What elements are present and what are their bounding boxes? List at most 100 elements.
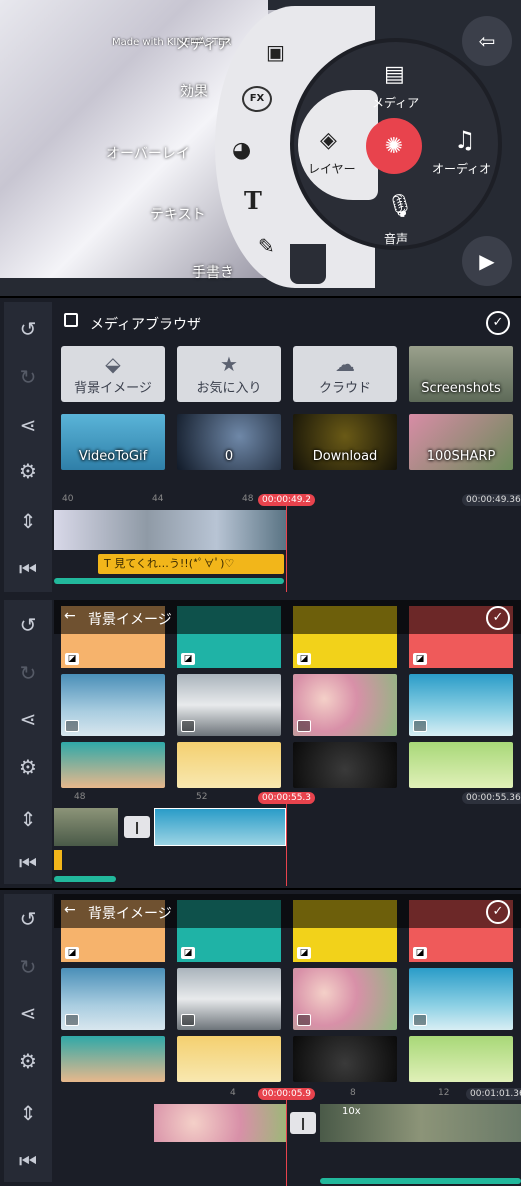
back-arrow-icon[interactable]: ← [64, 902, 76, 918]
background-thumb[interactable] [177, 968, 281, 1030]
music-note-icon[interactable]: ♫ [454, 126, 476, 154]
playhead-time: 00:00:05.9 [258, 1088, 316, 1100]
share-icon[interactable]: ⋖ [4, 696, 52, 742]
layer-label: レイヤー [308, 162, 356, 176]
background-thumb[interactable] [409, 742, 513, 788]
record-button[interactable]: ✺ [366, 118, 422, 174]
project-settings-button[interactable] [290, 244, 326, 284]
wheel-voice-label[interactable]: 音声 [384, 230, 408, 247]
paint-bucket-icon: ◪ [297, 947, 311, 959]
background-thumb[interactable] [61, 968, 165, 1030]
folder-screenshots[interactable]: Screenshots [409, 346, 513, 402]
playhead[interactable] [286, 804, 287, 886]
background-thumb[interactable] [177, 674, 281, 736]
media-frame-icon[interactable]: ▤ [384, 62, 405, 87]
undo-icon[interactable]: ↺ [4, 602, 52, 648]
settings-icon[interactable]: ⚙ [4, 744, 52, 790]
fan-icon-media[interactable]: ▣ [266, 40, 296, 66]
jump-start-icon[interactable]: ⏮ [4, 1138, 52, 1184]
fan-label-overlay[interactable]: オーバーレイ [106, 143, 190, 163]
folder-0[interactable]: 0 [177, 414, 281, 470]
video-clip[interactable] [54, 510, 286, 550]
image-icon [65, 1014, 79, 1026]
background-thumb[interactable] [293, 968, 397, 1030]
confirm-check-button[interactable]: ✓ [486, 311, 510, 335]
side-toolbar: ↺ ↻ ⋖ ⚙ ⇕ ⏮ [4, 600, 52, 884]
paint-bucket-icon: ⬙ [105, 352, 121, 376]
share-icon[interactable]: ⋖ [4, 990, 52, 1036]
background-thumb[interactable] [177, 1036, 281, 1082]
redo-icon[interactable]: ↻ [4, 354, 52, 400]
background-clip[interactable] [154, 1104, 286, 1142]
text-layer-clip[interactable]: T 見てくれ…う!!(*ﾟ∀ﾟ)♡ [98, 554, 284, 574]
background-thumb[interactable] [409, 674, 513, 736]
fan-label-draw[interactable]: 手書き [192, 262, 234, 282]
exit-icon: ⇦ [478, 29, 496, 53]
jump-start-icon[interactable]: ⏮ [4, 840, 52, 886]
folder-videotogif[interactable]: VideoToGif [61, 414, 165, 470]
timeline[interactable]: 48 52 00:00:55.3 00:00:55.36 ❙ [54, 790, 521, 886]
brush-icon[interactable]: ✎ [258, 234, 275, 258]
play-button[interactable]: ▶ [462, 236, 512, 286]
background-clip[interactable] [154, 808, 286, 846]
transition-button[interactable]: ❙ [124, 816, 150, 838]
media-browser-panel-1: ↺ ↻ ⋖ ⚙ ⇕ ⏮ メディアブラウザ ✓ ⬙ 背景イメージ ★ お気に入り ☁ ク… [0, 298, 521, 596]
background-thumb[interactable] [293, 742, 397, 788]
playhead[interactable] [286, 506, 287, 592]
background-thumb[interactable] [409, 1036, 513, 1082]
background-thumb[interactable] [409, 968, 513, 1030]
timeline[interactable]: 40 44 48 00:00:49.2 00:00:49.36 T 見てくれ…う… [54, 492, 521, 592]
playhead-time: 00:00:55.3 [258, 792, 316, 804]
fan-label-effect[interactable]: 効果 [180, 81, 208, 101]
fan-label-text[interactable]: テキスト [150, 204, 206, 224]
redo-icon[interactable]: ↻ [4, 650, 52, 696]
back-arrow-icon[interactable]: ← [64, 608, 76, 624]
redo-icon[interactable]: ↻ [4, 944, 52, 990]
background-thumb[interactable] [61, 742, 165, 788]
background-thumb[interactable] [293, 674, 397, 736]
background-thumb[interactable] [61, 674, 165, 736]
timeline[interactable]: 4 8 12 00:00:05.9 00:01:01.36 ❙ 10x [54, 1086, 521, 1186]
fan-label-media[interactable]: メディア [176, 34, 231, 54]
ruler-tick: 4 [230, 1088, 236, 1098]
undo-icon[interactable]: ↺ [4, 306, 52, 352]
playhead[interactable] [286, 1100, 287, 1186]
exit-button[interactable]: ⇦ [462, 16, 512, 66]
folder-favorites[interactable]: ★ お気に入り [177, 346, 281, 402]
microphone-icon[interactable]: 🎙 [386, 194, 414, 219]
text-icon[interactable]: T [244, 186, 262, 215]
fx-icon[interactable]: FX [242, 86, 272, 112]
paint-bucket-icon: ◪ [297, 653, 311, 665]
media-browser-icon [64, 313, 78, 327]
image-icon [181, 720, 195, 732]
wheel-audio-label[interactable]: オーディオ [432, 160, 491, 177]
ruler-tick: 44 [152, 494, 164, 504]
paint-bucket-icon: ◪ [65, 947, 79, 959]
folder-100sharp[interactable]: 100SHARP [409, 414, 513, 470]
timeline-expand-icon[interactable]: ⇕ [4, 498, 52, 544]
folder-download[interactable]: Download [293, 414, 397, 470]
share-icon[interactable]: ⋖ [4, 402, 52, 448]
background-thumb[interactable] [293, 1036, 397, 1082]
folder-label: VideoToGif [78, 449, 148, 464]
ruler-tick: 8 [350, 1088, 356, 1098]
folder-background[interactable]: ⬙ 背景イメージ [61, 346, 165, 402]
sticker-icon[interactable]: ◕ [232, 138, 251, 163]
settings-icon[interactable]: ⚙ [4, 448, 52, 494]
settings-icon[interactable]: ⚙ [4, 1038, 52, 1084]
text-layer-clip[interactable] [54, 850, 62, 870]
transition-button[interactable]: ❙ [290, 1112, 316, 1134]
background-thumb[interactable] [177, 742, 281, 788]
wheel-media-label[interactable]: メディア [372, 94, 419, 111]
background-thumb[interactable] [61, 1036, 165, 1082]
confirm-check-button[interactable]: ✓ [486, 900, 510, 924]
paint-bucket-icon: ◪ [181, 947, 195, 959]
timeline-expand-icon[interactable]: ⇕ [4, 796, 52, 842]
video-clip[interactable] [54, 808, 118, 846]
undo-icon[interactable]: ↺ [4, 896, 52, 942]
folder-cloud[interactable]: ☁ クラウド [293, 346, 397, 402]
confirm-check-button[interactable]: ✓ [486, 606, 510, 630]
jump-start-icon[interactable]: ⏮ [4, 546, 52, 592]
timeline-expand-icon[interactable]: ⇕ [4, 1090, 52, 1136]
layer-icon: ◈ [320, 128, 337, 153]
